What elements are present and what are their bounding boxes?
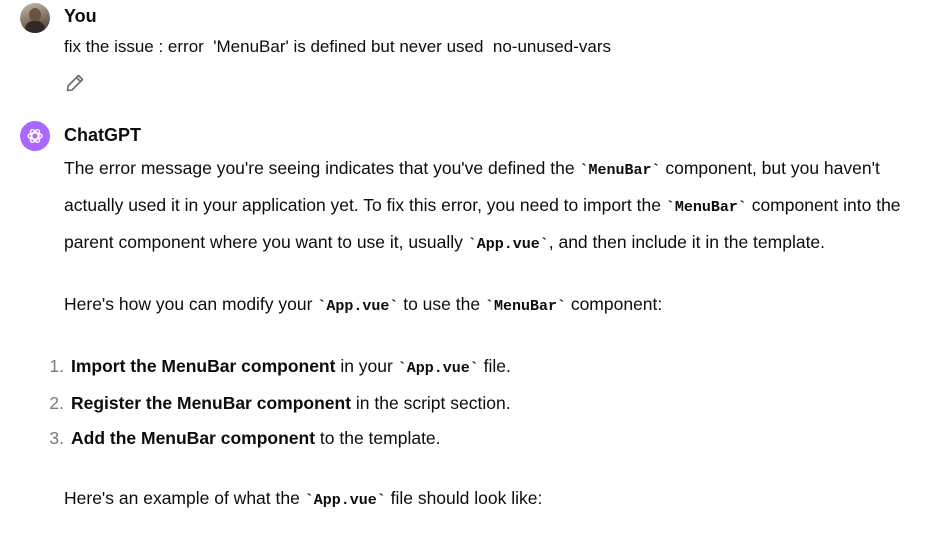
- user-avatar: [20, 3, 50, 33]
- inline-code-menubar: `MenuBar`: [665, 199, 747, 216]
- step-title: Add the MenuBar component: [71, 428, 316, 448]
- openai-logo-icon: [27, 129, 43, 143]
- text: file should look like:: [385, 488, 543, 508]
- text: to the template.: [315, 428, 441, 448]
- user-message-text: fix the issue : error 'MenuBar' is defin…: [64, 37, 611, 56]
- list-item: 2. Register the MenuBar component in the …: [49, 386, 930, 421]
- avatar-body-shape: [25, 21, 45, 33]
- inline-code-app-vue: `App.vue`: [317, 298, 399, 315]
- list-number: 2.: [49, 393, 64, 413]
- text: component:: [565, 294, 663, 314]
- inline-code-app-vue: `App.vue`: [397, 360, 479, 377]
- steps-list: 1. Import the MenuBar component in your `…: [49, 349, 930, 456]
- pencil-icon: [66, 74, 84, 92]
- assistant-author-name: ChatGPT: [64, 125, 142, 145]
- list-item: 1. Import the MenuBar component in your `…: [49, 349, 930, 386]
- list-item: 3. Add the MenuBar component to the templ…: [49, 421, 930, 456]
- inline-code-app-vue: `App.vue`: [304, 492, 386, 509]
- text: Here's an example of what the: [64, 488, 305, 508]
- text: to use the: [398, 294, 485, 314]
- edit-message-button[interactable]: [64, 72, 86, 94]
- inline-code-app-vue: `App.vue`: [467, 236, 549, 253]
- response-paragraph-2: Here's how you can modify your `App.vue`…: [64, 287, 930, 324]
- response-paragraph-3: Here's an example of what the `App.vue` …: [64, 481, 930, 518]
- response-paragraph-1: The error message you're seeing indicate…: [64, 151, 930, 262]
- step-title: Register the MenuBar component: [71, 393, 352, 413]
- inline-code-menubar: `MenuBar`: [579, 162, 661, 179]
- inline-code-menubar: `MenuBar`: [484, 298, 566, 315]
- list-number: 3.: [49, 428, 64, 448]
- avatar-head-shape: [29, 8, 41, 22]
- list-number: 1.: [49, 356, 64, 376]
- text: in your: [335, 356, 398, 376]
- text: in the script section.: [351, 393, 511, 413]
- assistant-response-body: The error message you're seeing indicate…: [49, 151, 930, 518]
- text: file.: [478, 356, 511, 376]
- user-author-name: You: [64, 6, 97, 26]
- text: The error message you're seeing indicate…: [64, 158, 580, 178]
- step-title: Import the MenuBar component: [71, 356, 336, 376]
- text: , and then include it in the template.: [548, 232, 826, 252]
- chatgpt-avatar: [20, 121, 50, 151]
- text: Here's how you can modify your: [64, 294, 318, 314]
